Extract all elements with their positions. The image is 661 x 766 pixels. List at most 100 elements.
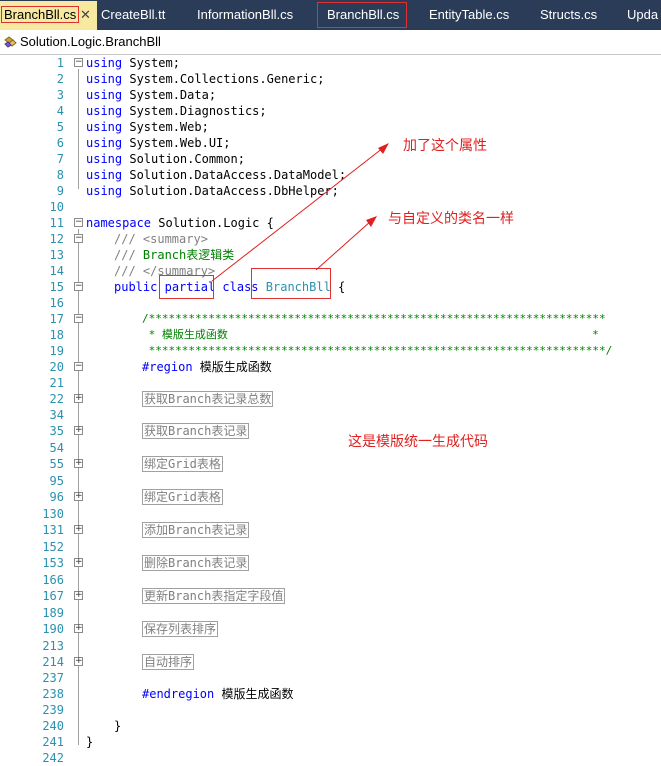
- line-number: 130: [42, 507, 64, 521]
- line-number: 238: [42, 687, 64, 701]
- line-number: 96: [49, 490, 64, 504]
- tab-branchbll-cs-2[interactable]: BranchBll.cs: [327, 0, 399, 30]
- code-line: }: [114, 719, 122, 733]
- partial-highlight-box: [159, 275, 214, 299]
- line-number: 3: [56, 88, 64, 102]
- expand-toggle[interactable]: +: [74, 591, 83, 600]
- line-number: 6: [56, 136, 64, 150]
- collapsed-region[interactable]: 删除Branch表记录: [142, 555, 250, 571]
- tab-createbll-tt[interactable]: CreateBll.tt: [101, 0, 165, 30]
- code-line: using System.Web.UI;: [86, 136, 231, 150]
- line-number: 167: [42, 589, 64, 603]
- collapse-toggle[interactable]: −: [74, 218, 83, 227]
- tab-label: Upda: [627, 7, 659, 22]
- expand-toggle[interactable]: +: [74, 558, 83, 567]
- expand-toggle[interactable]: +: [74, 492, 83, 501]
- line-number: 95: [49, 474, 64, 488]
- line-number: 214: [42, 655, 64, 669]
- line-number: 239: [42, 703, 64, 717]
- tab-entitytable-cs[interactable]: EntityTable.cs: [429, 0, 509, 30]
- collapsed-region[interactable]: 获取Branch表记录: [142, 423, 250, 439]
- code-line: using System.Collections.Generic;: [86, 72, 325, 86]
- tab-label: CreateBll.tt: [101, 7, 166, 22]
- line-number: 213: [42, 639, 64, 653]
- line-number: 54: [49, 441, 64, 455]
- code-line: /***************************************…: [142, 312, 606, 325]
- code-line: #region 模版生成函数: [142, 360, 272, 374]
- annotation-template-generated: 这是模版统一生成代码: [348, 434, 488, 450]
- code-line: using System.Diagnostics;: [86, 104, 267, 118]
- line-number: 190: [42, 622, 64, 636]
- code-line: using System.Data;: [86, 88, 217, 102]
- line-number: 15: [49, 280, 64, 294]
- collapsed-region[interactable]: 更新Branch表指定字段值: [142, 588, 286, 604]
- close-icon[interactable]: ✕: [80, 1, 91, 29]
- collapse-toggle[interactable]: −: [74, 362, 83, 371]
- line-number: 19: [49, 344, 64, 358]
- line-number: 10: [49, 200, 64, 214]
- line-number: 189: [42, 606, 64, 620]
- code-line: * 模版生成函数 *: [142, 328, 599, 341]
- tab-upda[interactable]: Upda: [627, 0, 658, 30]
- line-number: 240: [42, 719, 64, 733]
- annotation-same-as-class: 与自定义的类名一样: [388, 211, 514, 227]
- breadcrumb: Solution.Logic.BranchBll: [20, 34, 161, 49]
- collapsed-region[interactable]: 绑定Grid表格: [142, 456, 223, 472]
- line-number: 237: [42, 671, 64, 685]
- collapsed-region[interactable]: 自动排序: [142, 654, 195, 670]
- outline-guide: [78, 229, 79, 745]
- line-number: 131: [42, 523, 64, 537]
- tab-label: Structs.cs: [540, 7, 598, 22]
- code-line: using System.Web;: [86, 120, 209, 134]
- line-number: 21: [49, 376, 64, 390]
- code-editor[interactable]: 1 2 3 4 5 6 7 8 9 10 11 12 13 14 15 16 17 18 19 20 21 22 34 35 5…: [0, 55, 661, 765]
- collapse-toggle[interactable]: −: [74, 58, 83, 67]
- tab-informationbll-cs[interactable]: InformationBll.cs: [197, 0, 293, 30]
- expand-toggle[interactable]: +: [74, 459, 83, 468]
- tab-label: BranchBll.cs: [1, 6, 80, 23]
- type-navigation-dropdown[interactable]: Solution.Logic.BranchBll: [0, 30, 661, 55]
- line-number: 55: [49, 457, 64, 471]
- line-number: 166: [42, 573, 64, 587]
- code-line: using System;: [86, 56, 180, 70]
- line-number: 11: [49, 216, 64, 230]
- expand-toggle[interactable]: +: [74, 624, 83, 633]
- expand-toggle[interactable]: +: [74, 657, 83, 666]
- annotation-added-attribute: 加了这个属性: [403, 138, 487, 154]
- collapse-toggle[interactable]: −: [74, 234, 83, 243]
- line-number: 241: [42, 735, 64, 749]
- line-number: 14: [49, 264, 64, 278]
- collapsed-region[interactable]: 获取Branch表记录总数: [142, 391, 274, 407]
- line-number: 18: [49, 328, 64, 342]
- line-number: 8: [56, 168, 64, 182]
- collapsed-region[interactable]: 保存列表排序: [142, 621, 219, 637]
- tab-label: InformationBll.cs: [197, 7, 294, 22]
- code-line: #endregion 模版生成函数: [142, 687, 294, 701]
- collapsed-region[interactable]: 添加Branch表记录: [142, 522, 250, 538]
- code-line: using Solution.Common;: [86, 152, 245, 166]
- line-number: 2: [56, 72, 64, 86]
- line-number: 4: [56, 104, 64, 118]
- line-number: 5: [56, 120, 64, 134]
- tab-label: EntityTable.cs: [429, 7, 510, 22]
- collapse-toggle[interactable]: −: [74, 314, 83, 323]
- line-number: 153: [42, 556, 64, 570]
- code-line: /// Branch表逻辑类: [114, 248, 235, 262]
- line-number: 9: [56, 184, 64, 198]
- expand-toggle[interactable]: +: [74, 525, 83, 534]
- tab-structs-cs[interactable]: Structs.cs: [540, 0, 597, 30]
- line-number: 1: [56, 56, 64, 70]
- collapsed-region[interactable]: 绑定Grid表格: [142, 489, 223, 505]
- line-number: 22: [49, 392, 64, 406]
- collapse-toggle[interactable]: −: [74, 282, 83, 291]
- line-number: 7: [56, 152, 64, 166]
- tab-branchbll-cs[interactable]: BranchBll.cs ✕: [0, 1, 97, 30]
- classname-highlight-box: [251, 268, 331, 299]
- line-number: 152: [42, 540, 64, 554]
- expand-toggle[interactable]: +: [74, 394, 83, 403]
- document-tab-bar: BranchBll.cs ✕ CreateBll.tt InformationB…: [0, 0, 661, 30]
- line-number: 20: [49, 360, 64, 374]
- expand-toggle[interactable]: +: [74, 426, 83, 435]
- line-number: 16: [49, 296, 64, 310]
- line-number: 13: [49, 248, 64, 262]
